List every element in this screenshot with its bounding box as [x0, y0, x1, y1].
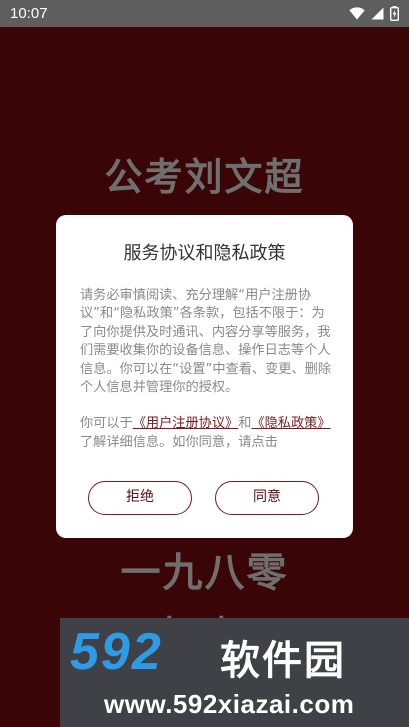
agree-button[interactable]: 同意 [215, 481, 319, 515]
wifi-icon [349, 7, 365, 20]
dialog-body[interactable]: 请务必审慎阅读、充分理解“用户注册协议”和“隐私政策”各条款，包括不限于：为了向… [80, 287, 332, 459]
battery-icon [390, 6, 399, 21]
dialog-paragraph: 请务必审慎阅读、充分理解“用户注册协议”和“隐私政策”各条款，包括不限于：为了向… [80, 288, 332, 396]
status-time: 10:07 [10, 5, 48, 22]
paragraph-prefix: 你可以于 [80, 416, 133, 432]
background-text: 一九八零 [120, 550, 289, 596]
privacy-dialog: 服务协议和隐私政策 请务必审慎阅读、充分理解“用户注册协议”和“隐私政策”各条款… [56, 215, 353, 538]
watermark-number: 592 [70, 623, 163, 681]
watermark: 592 软件园 www.592xiazai.com [60, 618, 409, 727]
reject-button[interactable]: 拒绝 [88, 481, 192, 515]
status-icons [349, 6, 399, 21]
paragraph-and: 和 [238, 416, 252, 432]
signal-icon [371, 7, 384, 20]
watermark-brand: 软件园 [220, 638, 346, 684]
paragraph-suffix: 了解详细信息。如你同意，请点击 [80, 434, 278, 450]
user-agreement-link[interactable]: 《用户注册协议》 [133, 416, 239, 431]
status-bar: 10:07 [0, 0, 409, 27]
watermark-url: www.592xiazai.com [104, 689, 355, 719]
privacy-policy-link[interactable]: 《隐私政策》 [251, 416, 330, 431]
brand-title: 公考刘文超 [104, 155, 305, 199]
dialog-title: 服务协议和隐私政策 [123, 243, 286, 264]
dialog-paragraph-links: 你可以于《用户注册协议》和《隐私政策》了解详细信息。如你同意，请点击 [80, 415, 332, 452]
